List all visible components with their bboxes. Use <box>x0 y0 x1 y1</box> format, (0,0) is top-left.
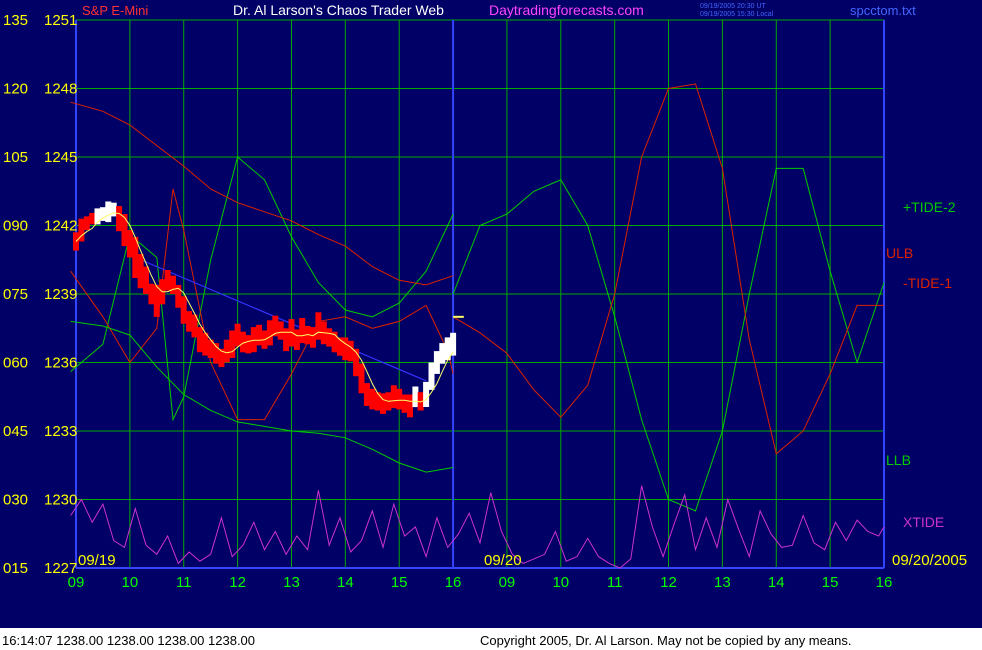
y-label-price: 1230 <box>44 492 77 509</box>
x-tick-label: 12 <box>660 574 677 591</box>
price-bar <box>315 312 322 340</box>
price-bar <box>390 385 397 409</box>
y-label-price: 1251 <box>44 12 77 29</box>
x-tick-label: 10 <box>552 574 569 591</box>
price-bar <box>89 212 96 225</box>
price-bar <box>245 335 252 354</box>
price-bar <box>428 362 435 390</box>
x-tick-label: 16 <box>445 574 462 591</box>
date-label: 09/20 <box>484 552 522 569</box>
y-label-left: 120 <box>3 81 28 98</box>
legend-xtide: XTIDE <box>903 514 944 530</box>
price-bar <box>374 392 381 411</box>
price-bar <box>153 284 160 317</box>
legend-tide1: -TIDE-1 <box>903 275 952 291</box>
site-label: Daytradingforecasts.com <box>489 2 644 18</box>
price-bar <box>99 207 106 221</box>
price-bar <box>310 327 316 348</box>
price-bar <box>126 230 133 258</box>
y-label-left: 135 <box>3 12 28 29</box>
price-bar <box>326 328 333 347</box>
y-label-left: 075 <box>3 286 28 303</box>
price-bar <box>277 321 284 340</box>
legend-tide2: +TIDE-2 <box>903 199 956 215</box>
price-bar <box>342 337 349 361</box>
x-tick-label: 15 <box>822 574 839 591</box>
price-bar <box>423 381 430 407</box>
price-bar <box>412 386 419 408</box>
x-tick-label: 15 <box>391 574 408 591</box>
price-bar <box>196 327 203 353</box>
price-bar <box>293 329 300 350</box>
price-bar <box>180 296 187 324</box>
price-bar <box>164 270 171 291</box>
price-bar <box>105 201 112 223</box>
price-bar <box>439 343 446 364</box>
status-line: 16:14:07 1238.00 1238.00 1238.00 1238.00 <box>2 633 256 648</box>
y-label-price: 1248 <box>44 81 77 98</box>
y-label-left: 015 <box>3 560 28 577</box>
copyright-notice: Copyright 2005, Dr. Al Larson. May not b… <box>480 633 852 648</box>
chart-background <box>0 0 982 628</box>
price-bar <box>401 394 408 413</box>
price-bar <box>396 388 403 410</box>
legend-llb: LLB <box>886 452 911 468</box>
x-tick-label: 10 <box>122 574 139 591</box>
y-label-price: 1233 <box>44 423 77 440</box>
price-bar <box>234 323 241 347</box>
x-tick-label: 14 <box>337 574 354 591</box>
y-label-left: 045 <box>3 423 28 440</box>
price-bar <box>363 383 370 406</box>
price-bar <box>110 202 117 217</box>
y-label-price: 1239 <box>44 286 77 303</box>
x-tick-label: 14 <box>768 574 785 591</box>
x-tick-label: 13 <box>714 574 731 591</box>
x-tick-label: 13 <box>283 574 300 591</box>
date-label: 09/20/2005 <box>892 552 967 569</box>
y-label-left: 060 <box>3 355 28 372</box>
filename-label: spcctom.txt <box>850 3 916 18</box>
timestamp-ut: 09/19/2005 20:30 UT <box>700 3 766 10</box>
date-label: 09/19 <box>78 552 116 569</box>
price-bar <box>186 311 193 332</box>
price-bar <box>407 394 413 418</box>
chart-title: Dr. Al Larson's Chaos Trader Web <box>233 2 444 18</box>
x-tick-label: 11 <box>176 574 192 591</box>
x-tick-label: 09 <box>68 574 85 591</box>
x-tick-label: 09 <box>499 574 516 591</box>
timestamp-local: 09/19/2005 15:30 Local <box>700 11 774 18</box>
price-bar <box>148 283 155 305</box>
price-bar <box>83 216 90 231</box>
legend-ulb: ULB <box>886 245 913 261</box>
y-label-price: 1242 <box>44 218 77 235</box>
price-bar <box>223 339 230 363</box>
y-label-price: 1245 <box>44 149 77 166</box>
price-bar <box>299 318 306 344</box>
price-bar <box>250 327 257 353</box>
x-tick-label: 12 <box>229 574 246 591</box>
symbol-label: S&P E-Mini <box>82 3 148 18</box>
price-bar <box>116 206 123 232</box>
y-label-left: 030 <box>3 492 28 509</box>
y-label-left: 090 <box>3 218 28 235</box>
price-bar <box>450 332 457 356</box>
chart-canvas: 135 1251 120 1248 105 1245 090 1242 075 1239 060 12… <box>0 0 982 628</box>
price-bar <box>347 340 354 362</box>
price-bar <box>266 320 273 346</box>
price-bar <box>256 324 263 346</box>
price-bar <box>358 363 365 394</box>
price-bar <box>369 388 376 410</box>
price-bar <box>229 330 236 358</box>
price-bar <box>288 319 295 347</box>
price-bar <box>143 266 149 294</box>
x-tick-label: 16 <box>876 574 893 591</box>
y-label-left: 105 <box>3 149 28 166</box>
price-bar <box>170 275 176 294</box>
price-bar <box>121 214 128 247</box>
x-tick-label: 11 <box>607 574 623 591</box>
price-bar <box>137 254 144 289</box>
price-bar <box>433 351 440 374</box>
y-label-price: 1236 <box>44 355 77 372</box>
